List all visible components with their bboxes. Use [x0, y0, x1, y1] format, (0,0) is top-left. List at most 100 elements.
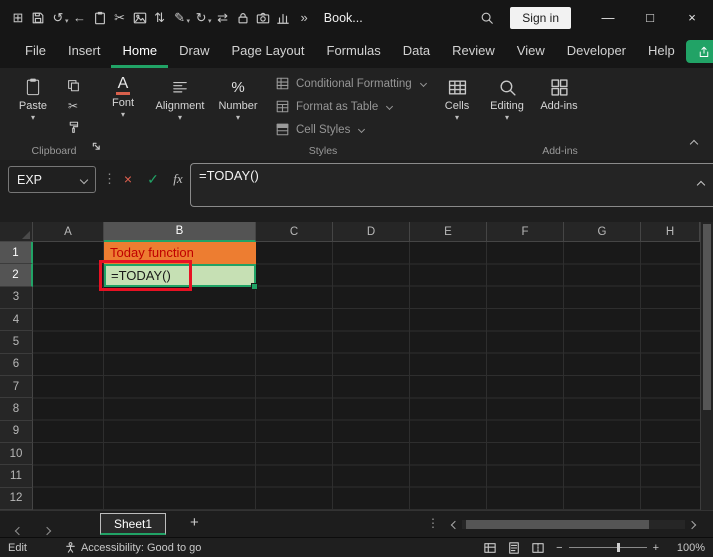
font-button[interactable]: A Font ▾ [97, 76, 149, 119]
column-header-a[interactable]: A [33, 222, 104, 242]
tab-insert[interactable]: Insert [57, 35, 112, 68]
formula-input[interactable]: =TODAY() [190, 163, 713, 207]
dialog-launcher-icon[interactable] [92, 138, 101, 156]
search-icon[interactable] [472, 11, 502, 25]
collapse-formula-bar-icon[interactable] [696, 175, 706, 193]
format-as-table-button[interactable]: Format as Table [276, 97, 426, 116]
cancel-button[interactable]: × [116, 167, 140, 191]
tab-review[interactable]: Review [441, 35, 506, 68]
collapse-ribbon-icon[interactable] [689, 134, 699, 152]
share-button[interactable]: Share [685, 40, 713, 63]
horizontal-scrollbar-track[interactable] [462, 520, 685, 529]
number-button[interactable]: % Number ▾ [212, 76, 264, 122]
select-all-corner[interactable] [0, 222, 33, 242]
drag-handle-icon[interactable]: ⋮ [103, 171, 116, 187]
chevron-down-icon[interactable]: ▾ [65, 17, 69, 25]
cut-icon[interactable]: ✂ [110, 6, 130, 30]
copy-icon[interactable] [64, 77, 82, 93]
paste-button[interactable]: Paste ▾ [10, 76, 56, 122]
zoom-slider[interactable] [568, 542, 647, 553]
row-header-5[interactable]: 5 [0, 331, 33, 354]
camera-icon[interactable] [253, 6, 273, 30]
cell-styles-button[interactable]: Cell Styles [276, 120, 426, 139]
accessibility-status[interactable]: Accessibility: Good to go [65, 542, 201, 554]
horizontal-scrollbar[interactable] [448, 517, 699, 532]
zoom-level[interactable]: 100% [671, 542, 705, 554]
vertical-scrollbar-thumb[interactable] [703, 224, 711, 410]
back-icon[interactable]: ← [70, 6, 90, 30]
row-header-4[interactable]: 4 [0, 309, 33, 332]
horizontal-scrollbar-thumb[interactable] [466, 520, 649, 529]
tab-file[interactable]: File [14, 35, 57, 68]
column-header-e[interactable]: E [410, 222, 487, 242]
page-layout-view-icon[interactable] [508, 541, 520, 554]
column-header-d[interactable]: D [333, 222, 410, 242]
row-header-8[interactable]: 8 [0, 398, 33, 421]
editing-button[interactable]: Editing ▾ [481, 76, 533, 122]
column-header-c[interactable]: C [256, 222, 333, 242]
cells-area[interactable]: Today function =TODAY() [33, 242, 700, 510]
row-header-7[interactable]: 7 [0, 376, 33, 399]
addins-button[interactable]: Add-ins [533, 76, 585, 112]
chart-icon[interactable] [273, 6, 293, 30]
fill-handle[interactable] [251, 283, 258, 290]
close-button[interactable]: × [671, 0, 713, 35]
tab-help[interactable]: Help [637, 35, 686, 68]
normal-view-icon[interactable] [484, 542, 496, 554]
scroll-left-icon[interactable] [448, 520, 462, 529]
enter-button[interactable]: ✓ [141, 167, 165, 191]
sheet-tab-sheet1[interactable]: Sheet1 [100, 513, 167, 535]
insert-function-button[interactable]: fx [166, 167, 190, 191]
row-header-3[interactable]: 3 [0, 286, 33, 309]
sheet-options-icon[interactable]: ⋮ [427, 516, 439, 530]
row-header-11[interactable]: 11 [0, 465, 33, 488]
zoom-in-button[interactable]: + [653, 542, 659, 554]
format-painter-icon[interactable] [64, 119, 82, 135]
scroll-right-icon[interactable] [685, 520, 699, 529]
save-icon[interactable] [28, 6, 48, 30]
row-header-12[interactable]: 12 [0, 487, 33, 510]
picture-icon[interactable] [130, 6, 150, 30]
vertical-scrollbar[interactable] [700, 222, 713, 510]
sign-in-button[interactable]: Sign in [510, 6, 571, 29]
zoom-slider-thumb[interactable] [616, 543, 620, 552]
tab-view[interactable]: View [506, 35, 556, 68]
cell-b1[interactable]: Today function [104, 242, 256, 264]
add-sheet-button[interactable]: + [190, 514, 199, 531]
chevron-down-icon[interactable]: ▾ [187, 17, 191, 25]
chevron-down-icon[interactable] [79, 175, 89, 184]
row-header-10[interactable]: 10 [0, 443, 33, 466]
page-break-view-icon[interactable] [532, 542, 544, 554]
column-header-b[interactable]: B [104, 222, 256, 242]
sort-icon[interactable]: ⇅ [150, 6, 170, 30]
app-menu-icon[interactable]: ⊞ [8, 6, 28, 30]
chevron-down-icon [358, 125, 366, 134]
chevron-down-icon[interactable]: ▾ [208, 17, 212, 25]
qat-overflow-icon[interactable]: » [301, 10, 308, 25]
tab-formulas[interactable]: Formulas [316, 35, 392, 68]
tab-draw[interactable]: Draw [168, 35, 220, 68]
alignment-button[interactable]: Alignment ▾ [154, 76, 206, 122]
column-header-f[interactable]: F [487, 222, 564, 242]
tab-home[interactable]: Home [111, 35, 169, 68]
lock-icon[interactable] [233, 6, 253, 30]
zoom-out-button[interactable]: − [556, 542, 562, 554]
name-box[interactable]: EXP [8, 166, 96, 193]
conditional-formatting-button[interactable]: Conditional Formatting [276, 74, 427, 93]
row-header-6[interactable]: 6 [0, 353, 33, 376]
row-header-1[interactable]: 1 [0, 242, 33, 265]
maximize-button[interactable]: □ [629, 0, 671, 35]
minimize-button[interactable]: — [587, 0, 629, 35]
clipboard-icon[interactable] [90, 6, 110, 30]
cell-b2[interactable]: =TODAY() [104, 264, 256, 288]
tab-developer[interactable]: Developer [556, 35, 637, 68]
column-header-g[interactable]: G [564, 222, 641, 242]
column-header-h[interactable]: H [641, 222, 700, 242]
cut-icon[interactable]: ✂ [64, 98, 82, 114]
switch-windows-icon[interactable]: ⇄ [213, 6, 233, 30]
row-header-2[interactable]: 2 [0, 264, 33, 287]
row-header-9[interactable]: 9 [0, 420, 33, 443]
cells-button[interactable]: Cells ▾ [431, 76, 483, 122]
tab-page-layout[interactable]: Page Layout [221, 35, 316, 68]
tab-data[interactable]: Data [392, 35, 441, 68]
